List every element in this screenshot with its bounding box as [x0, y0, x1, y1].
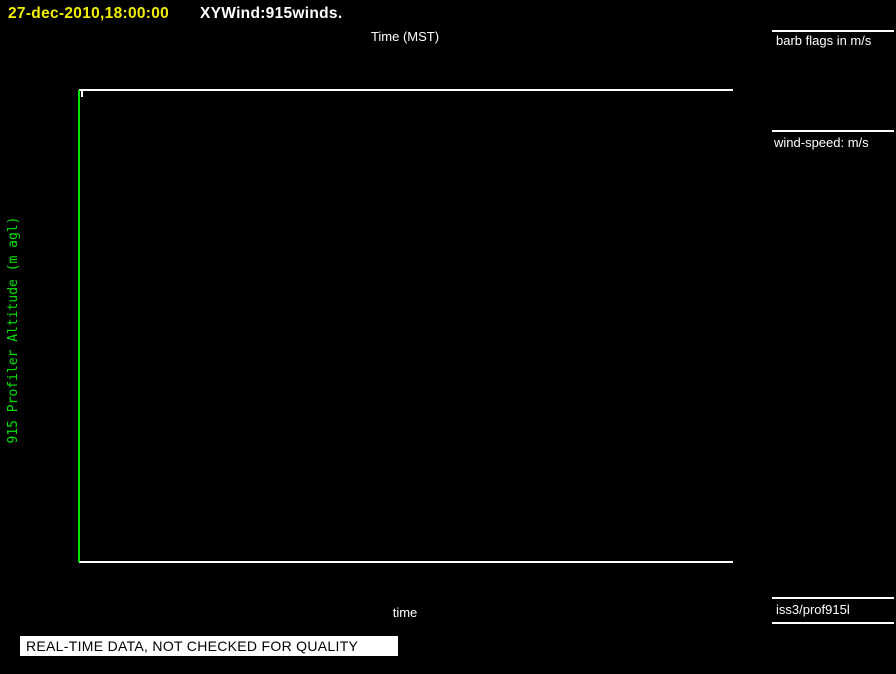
quality-warning-banner: REAL-TIME DATA, NOT CHECKED FOR QUALITY	[20, 636, 398, 656]
barb-legend-title: barb flags in m/s	[776, 33, 872, 48]
data-source-label: iss3/prof915l	[776, 602, 850, 617]
separator-line	[772, 622, 894, 624]
wind-speed-colorbar	[776, 152, 896, 592]
separator-line	[772, 130, 894, 132]
plot-canvas	[78, 89, 733, 563]
colorbar-title: wind-speed: m/s	[774, 135, 869, 150]
axes-group	[78, 89, 733, 563]
separator-line	[772, 597, 894, 599]
separator-line	[772, 30, 894, 32]
